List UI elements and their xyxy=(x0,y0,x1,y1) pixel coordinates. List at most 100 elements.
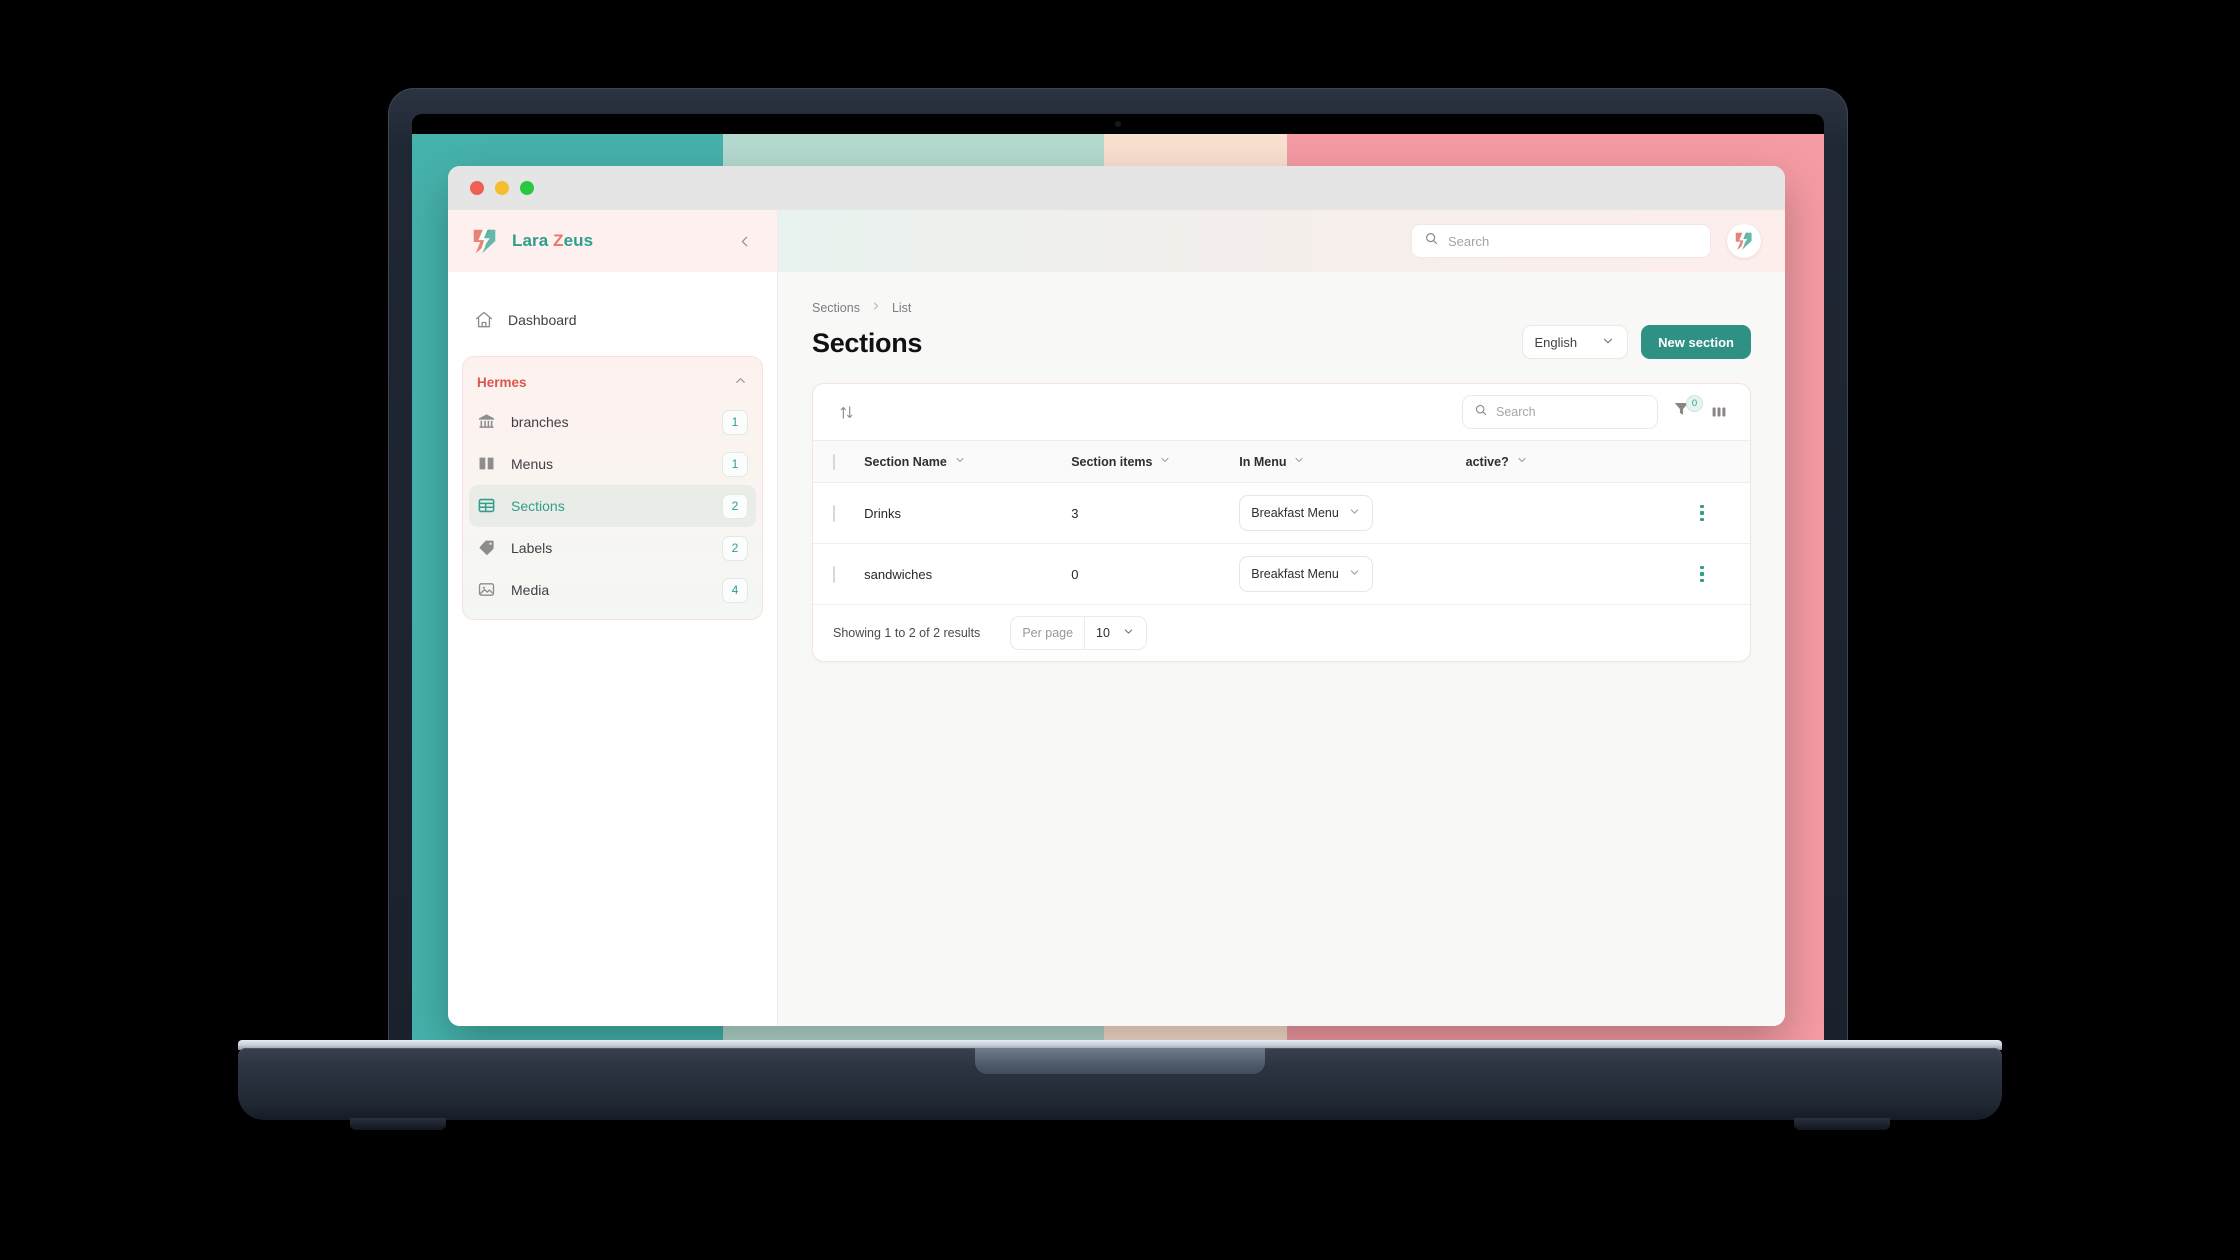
page-header: Sections English New section xyxy=(812,325,1751,359)
sidebar-item-sections[interactable]: Sections 2 xyxy=(469,485,756,527)
in-menu-select[interactable]: Breakfast Menu xyxy=(1239,495,1373,531)
cell-actions xyxy=(1691,543,1750,605)
search-icon xyxy=(1474,403,1488,422)
tag-icon xyxy=(477,538,497,558)
cell-section-items: 0 xyxy=(1071,543,1240,605)
cell-section-items: 3 xyxy=(1071,482,1240,544)
sort-by-section-name[interactable]: Section Name xyxy=(864,454,966,469)
window-titlebar xyxy=(448,166,1785,210)
table-row[interactable]: sandwiches 0 Breakfast Menu xyxy=(813,543,1750,605)
global-search[interactable] xyxy=(1411,224,1711,258)
maximize-window-button[interactable] xyxy=(520,181,534,195)
table-body: Drinks 3 Breakfast Menu sandwiches 0 Bre… xyxy=(813,482,1750,605)
breadcrumb-item-list: List xyxy=(891,300,912,315)
column-label: Section items xyxy=(1071,454,1153,469)
sidebar-item-count: 1 xyxy=(722,451,748,477)
main-content: Sections List Sections Engli xyxy=(778,210,1785,1026)
sidebar-item-count: 4 xyxy=(722,577,748,603)
language-select[interactable]: English xyxy=(1521,325,1629,359)
ellipsis-vertical-icon[interactable] xyxy=(1691,561,1713,587)
sidebar-item-count: 2 xyxy=(722,493,748,519)
chevron-down-icon xyxy=(1293,454,1305,469)
row-checkbox[interactable] xyxy=(833,565,835,583)
sidebar-item-media[interactable]: Media 4 xyxy=(469,569,756,611)
page-header-actions: English New section xyxy=(1521,325,1751,359)
sidebar-item-labels[interactable]: Labels 2 xyxy=(469,527,756,569)
sidebar-group-label: Hermes xyxy=(477,374,527,390)
select-all-header xyxy=(813,440,865,483)
table-row[interactable]: Drinks 3 Breakfast Menu xyxy=(813,482,1750,544)
search-icon xyxy=(1424,231,1439,251)
row-select-cell xyxy=(813,482,865,544)
screenshot-stage: Lara Zeus Dashboard Hermes branches 1 Me… xyxy=(0,0,2240,1260)
in-menu-select[interactable]: Breakfast Menu xyxy=(1239,556,1373,592)
toggle-knob xyxy=(1444,577,1463,595)
breadcrumb-item-sections[interactable]: Sections xyxy=(812,301,860,315)
column-header-active: active? xyxy=(1465,440,1692,483)
cell-section-name: Drinks xyxy=(864,482,1072,544)
per-page-select[interactable]: Per page 10 xyxy=(1010,616,1147,650)
sort-by-section-items[interactable]: Section items xyxy=(1071,454,1171,469)
book-icon xyxy=(477,454,497,474)
sidebar-group-header[interactable]: Hermes xyxy=(463,363,762,401)
sections-table: Section Name Section items In Menu activ… xyxy=(813,440,1750,605)
per-page-label: Per page xyxy=(1011,617,1086,649)
laptop-base-notch xyxy=(975,1048,1265,1074)
table-head: Section Name Section items In Menu activ… xyxy=(813,440,1750,483)
sort-arrows-icon[interactable] xyxy=(833,399,859,425)
sidebar-item-dashboard[interactable]: Dashboard xyxy=(462,298,763,342)
cell-active xyxy=(1444,543,1692,605)
chevron-up-icon[interactable] xyxy=(733,373,748,391)
sort-by-in-menu[interactable]: In Menu xyxy=(1239,454,1305,469)
sort-by-active[interactable]: active? xyxy=(1466,454,1528,469)
ellipsis-vertical-icon[interactable] xyxy=(1691,500,1713,526)
filter-count-badge: 0 xyxy=(1686,395,1703,412)
cell-in-menu: Breakfast Menu xyxy=(1239,482,1466,544)
row-checkbox[interactable] xyxy=(833,504,835,522)
per-page-value-wrap[interactable]: 10 xyxy=(1085,625,1146,641)
chevron-down-icon xyxy=(1159,454,1171,469)
laptop-lid: Lara Zeus Dashboard Hermes branches 1 Me… xyxy=(388,88,1848,1058)
brand-name-eus: eus xyxy=(563,231,594,250)
global-search-input[interactable] xyxy=(1448,233,1698,249)
chevron-down-icon xyxy=(1516,454,1528,469)
sidebar-item-label: branches xyxy=(511,414,569,430)
columns-icon[interactable] xyxy=(1708,399,1730,425)
column-header-section-items: Section items xyxy=(1071,440,1240,483)
chevron-down-icon xyxy=(1601,334,1615,351)
close-window-button[interactable] xyxy=(470,181,484,195)
chevron-left-icon[interactable] xyxy=(731,228,757,254)
page-title: Sections xyxy=(812,328,923,358)
results-count: Showing 1 to 2 of 2 results xyxy=(833,626,981,640)
sidebar: Lara Zeus Dashboard Hermes branches 1 Me… xyxy=(448,210,778,1026)
page-content: Sections List Sections English New secti… xyxy=(778,272,1785,1026)
laptop-foot-left xyxy=(350,1118,446,1130)
avatar[interactable] xyxy=(1727,224,1761,258)
laptop-foot-right xyxy=(1794,1118,1890,1130)
sidebar-item-label: Dashboard xyxy=(508,312,577,328)
sidebar-item-branches[interactable]: branches 1 xyxy=(469,401,756,443)
column-header-actions xyxy=(1691,440,1750,483)
image-icon xyxy=(477,580,497,600)
per-page-value: 10 xyxy=(1096,626,1110,640)
chevron-down-icon xyxy=(954,454,966,469)
sections-table-card: 0 xyxy=(812,383,1751,662)
in-menu-value: Breakfast Menu xyxy=(1251,567,1339,581)
minimize-window-button[interactable] xyxy=(495,181,509,195)
column-label: active? xyxy=(1465,454,1509,469)
laptop-screen: Lara Zeus Dashboard Hermes branches 1 Me… xyxy=(412,114,1824,1058)
chevron-down-icon xyxy=(1348,505,1361,521)
brand-name: Lara Zeus xyxy=(512,231,593,251)
in-menu-value: Breakfast Menu xyxy=(1251,506,1339,520)
chevron-down-icon xyxy=(1122,625,1135,641)
brand-name-lara: Lara xyxy=(512,231,554,250)
funnel-icon[interactable]: 0 xyxy=(1672,395,1703,425)
sidebar-item-menus[interactable]: Menus 1 xyxy=(469,443,756,485)
cell-active xyxy=(1444,482,1692,544)
select-all-checkbox[interactable] xyxy=(833,453,835,470)
new-section-button[interactable]: New section xyxy=(1641,325,1751,359)
sidebar-item-label: Sections xyxy=(511,498,565,514)
table-search-input[interactable] xyxy=(1496,405,1646,419)
sidebar-item-label: Labels xyxy=(511,540,553,556)
table-search[interactable] xyxy=(1462,395,1658,429)
